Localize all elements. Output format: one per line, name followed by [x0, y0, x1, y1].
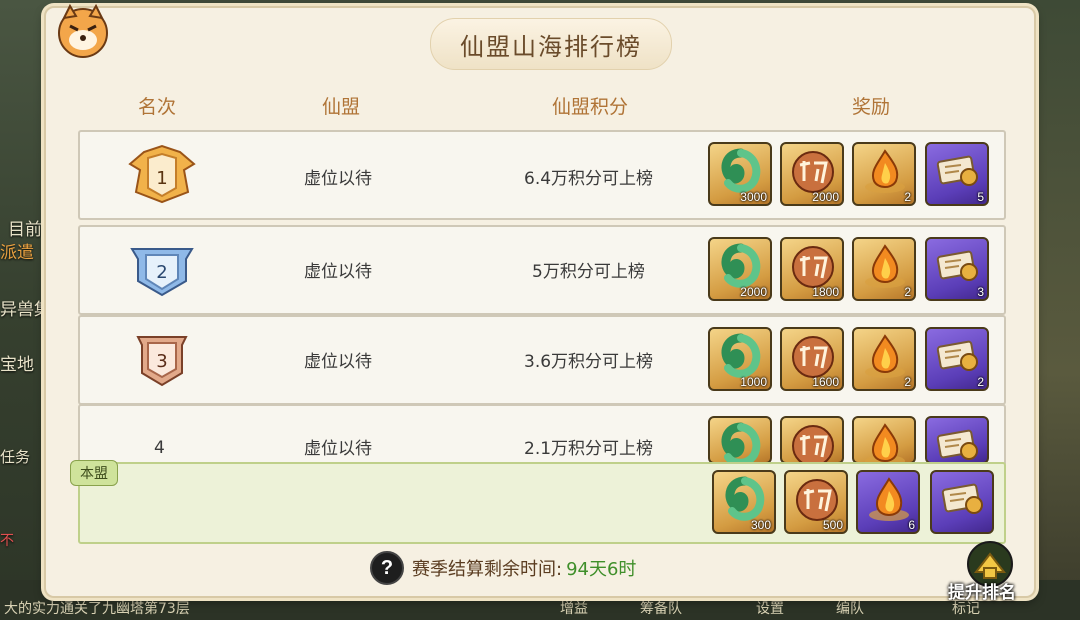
reward-item[interactable]: 300: [712, 470, 776, 534]
reward-item[interactable]: [925, 416, 989, 464]
reward-item[interactable]: 2: [852, 142, 916, 206]
reward-item[interactable]: 6: [856, 470, 920, 534]
gold-rank-badge-icon: 1: [128, 144, 196, 204]
reward-item[interactable]: [852, 416, 916, 464]
reward-item[interactable]: 500: [784, 470, 848, 534]
reward-count: 6: [908, 518, 915, 532]
reward-count: 300: [750, 518, 771, 532]
reward-item[interactable]: 1800: [780, 237, 844, 301]
reward-item[interactable]: 2: [925, 327, 989, 391]
reward-item[interactable]: 2000: [708, 237, 772, 301]
rank-number: 4: [154, 438, 165, 458]
reward-item[interactable]: 2: [852, 327, 916, 391]
reward-item[interactable]: [930, 470, 994, 534]
reward-count: 2: [904, 375, 911, 389]
score-requirement: 3.6万积分可上榜: [524, 352, 654, 372]
my-alliance-tag: 本盟: [70, 460, 118, 486]
leaderboard-row: 4 虚位以待 2.1万积分可上榜: [78, 404, 1006, 466]
reward-item[interactable]: 1600: [780, 327, 844, 391]
alliance-name: 虚位以待: [304, 169, 372, 189]
scroll-chest-icon: [941, 483, 983, 514]
bg-side-text: 派遣: [0, 243, 34, 263]
my-alliance-row: 300 500 6: [78, 462, 1006, 544]
alliance-name: 虚位以待: [304, 262, 372, 282]
reward-count: 2: [904, 190, 911, 204]
countdown-value: 94天6时: [566, 559, 637, 580]
scroll-chest-icon: [936, 429, 978, 460]
alliance-name: 虚位以待: [304, 352, 372, 372]
header-score: 仙盟积分: [552, 96, 629, 118]
reward-item[interactable]: [780, 416, 844, 464]
reward-count: 1600: [812, 375, 839, 389]
silver-rank-badge-icon: 2: [130, 248, 194, 297]
reward-count: 3: [977, 285, 984, 299]
bg-side-text: 任务: [0, 448, 31, 466]
bg-menu-item: 设置: [756, 601, 784, 617]
leaderboard-row: 1 虚位以待 6.4万积分可上榜 3000 2000 2 5: [78, 130, 1006, 220]
reward-count: 1000: [740, 375, 767, 389]
bronze-rank-badge-icon: 3: [136, 336, 188, 387]
rank-number: 3: [156, 351, 167, 372]
jade-icon: [721, 422, 761, 462]
leaderboard-row: 3 虚位以待 3.6万积分可上榜 1000 1600 2 2: [78, 315, 1006, 405]
reward-item[interactable]: 5: [925, 142, 989, 206]
reward-count: 500: [822, 518, 843, 532]
score-requirement: 2.1万积分可上榜: [524, 439, 654, 459]
bg-menu-item: 筹备队: [640, 601, 682, 617]
leaderboard-row: 2 虚位以待 5万积分可上榜 2000 1800 2 3: [78, 225, 1006, 315]
reward-count: 2000: [740, 285, 767, 299]
reward-count: 1800: [812, 285, 839, 299]
score-requirement: 5万积分可上榜: [532, 262, 645, 282]
help-icon[interactable]: ?: [370, 551, 404, 585]
reward-count: 5: [977, 190, 984, 204]
countdown-label: 赛季结算剩余时间:: [412, 559, 563, 580]
reward-count: 2: [977, 375, 984, 389]
tiger-mascot-icon: [58, 3, 108, 58]
season-countdown: ? 赛季结算剩余时间: 94天6时: [370, 550, 636, 586]
raise-rank-label[interactable]: 提升排名: [948, 578, 1016, 603]
rank-number: 2: [156, 262, 167, 283]
bg-side-text: 目前: [8, 220, 42, 240]
score-requirement: 6.4万积分可上榜: [524, 169, 654, 189]
header-reward: 奖励: [852, 96, 891, 118]
bg-menu-item: 增益: [560, 601, 588, 617]
reward-item[interactable]: 2: [852, 237, 916, 301]
title-banner: 仙盟山海排行榜: [430, 18, 672, 70]
merit-icon: [792, 425, 834, 462]
bg-side-text: 不: [0, 533, 14, 549]
header-alliance: 仙盟: [322, 96, 361, 118]
header-rank: 名次: [138, 96, 177, 118]
reward-item[interactable]: 1000: [708, 327, 772, 391]
reward-count: 3000: [740, 190, 767, 204]
page-title: 仙盟山海排行榜: [460, 32, 642, 61]
rank-number: 1: [156, 168, 167, 189]
bg-side-text: 宝地: [0, 355, 34, 375]
reward-item[interactable]: 3000: [708, 142, 772, 206]
alliance-name: 虚位以待: [304, 439, 372, 459]
reward-count: 2: [904, 285, 911, 299]
reward-item[interactable]: [708, 416, 772, 464]
bg-chat-line: 大的实力通关了九幽塔第73层: [4, 601, 190, 617]
flame-orb-icon: [865, 423, 905, 462]
bg-menu-item: 编队: [836, 601, 864, 617]
reward-item[interactable]: 3: [925, 237, 989, 301]
reward-item[interactable]: 2000: [780, 142, 844, 206]
reward-count: 2000: [812, 190, 839, 204]
